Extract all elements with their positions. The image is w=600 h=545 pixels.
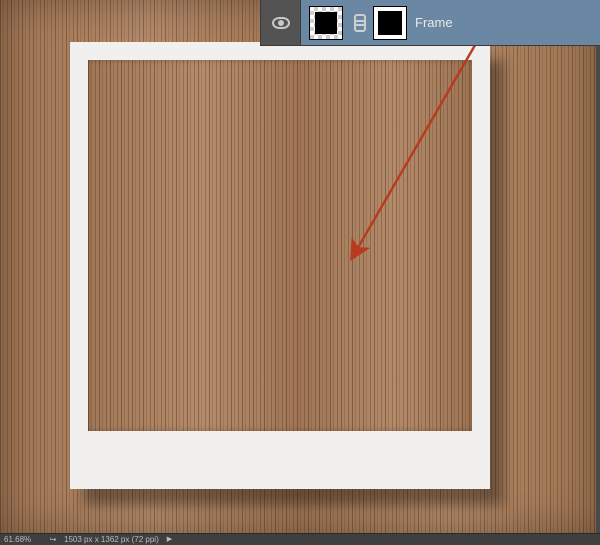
polaroid-window xyxy=(88,60,472,431)
visibility-toggle[interactable] xyxy=(261,0,301,45)
polaroid-frame[interactable] xyxy=(70,42,490,489)
layers-panel-row[interactable]: Frame xyxy=(260,0,600,46)
chain-icon[interactable] xyxy=(351,14,365,32)
share-icon[interactable]: ↪ xyxy=(48,534,58,545)
disclosure-icon[interactable]: ▶ xyxy=(167,534,172,545)
layer-mask-thumbnail[interactable] xyxy=(373,6,407,40)
status-bar: 61.68% ↪ 1503 px x 1362 px (72 ppi) ▶ xyxy=(0,533,600,545)
app-stage: Frame 61.68% ↪ 1503 px x 1362 px (72 ppi… xyxy=(0,0,600,545)
layer-name-label[interactable]: Frame xyxy=(415,15,453,30)
panel-right-edge xyxy=(596,46,600,533)
document-info[interactable]: 1503 px x 1362 px (72 ppi) xyxy=(64,534,159,545)
layer-row-selected[interactable]: Frame xyxy=(301,0,600,45)
layer-thumbnail[interactable] xyxy=(309,6,343,40)
eye-icon xyxy=(272,17,290,29)
zoom-field[interactable]: 61.68% xyxy=(4,534,42,545)
